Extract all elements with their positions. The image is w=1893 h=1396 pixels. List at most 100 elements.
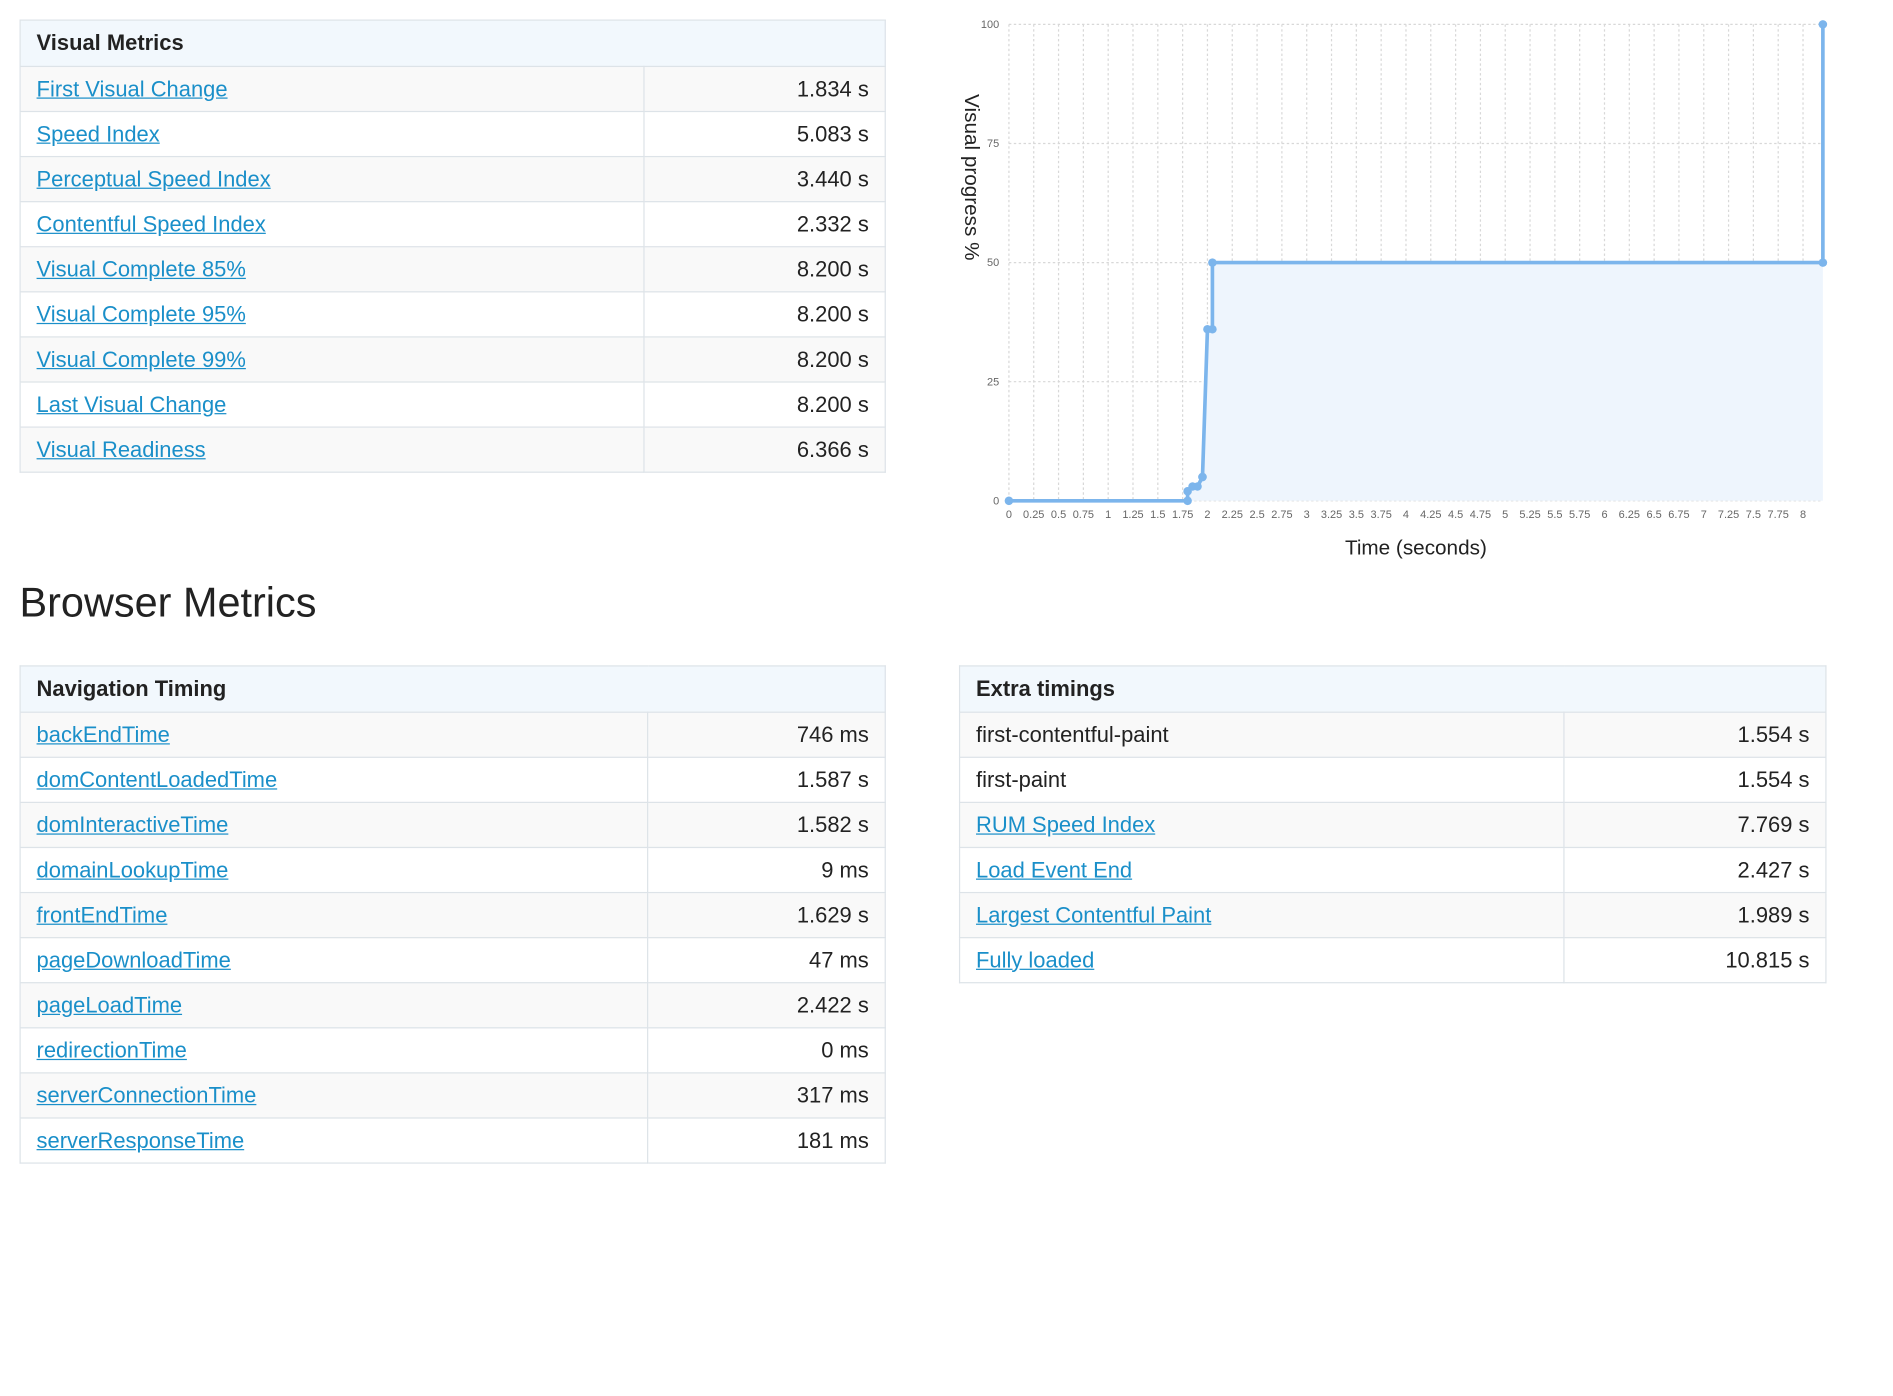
- metric-label-cell: serverResponseTime: [19, 1117, 649, 1164]
- data-point: [1818, 20, 1828, 29]
- y-tick-label: 25: [987, 376, 999, 388]
- metric-link[interactable]: Largest Contentful Paint: [976, 902, 1211, 926]
- y-tick-label: 50: [987, 257, 999, 269]
- metric-value: 1.834 s: [643, 65, 886, 113]
- metric-link[interactable]: pageLoadTime: [37, 992, 183, 1016]
- metric-link[interactable]: pageDownloadTime: [37, 947, 231, 971]
- metric-value: 746 ms: [647, 711, 886, 758]
- metric-link[interactable]: redirectionTime: [37, 1038, 187, 1062]
- y-axis-label: Visual progress %: [960, 94, 983, 260]
- metric-label-cell: RUM Speed Index: [958, 801, 1565, 849]
- metric-link[interactable]: serverResponseTime: [37, 1128, 245, 1152]
- data-point: [1208, 258, 1217, 267]
- x-tick-label: 0: [1006, 509, 1012, 521]
- table-row: serverConnectionTime 317 ms: [19, 1072, 886, 1119]
- metric-link[interactable]: Visual Complete 85%: [37, 256, 246, 280]
- metric-value: 8.200 s: [643, 381, 886, 428]
- metric-link[interactable]: First Visual Change: [37, 76, 228, 100]
- metric-link[interactable]: Load Event End: [976, 857, 1132, 881]
- metric-label-cell: Visual Readiness: [19, 426, 645, 473]
- table-row: Perceptual Speed Index 3.440 s: [19, 155, 886, 203]
- metric-label-cell: domContentLoadedTime: [19, 756, 649, 803]
- x-tick-label: 7.75: [1768, 509, 1789, 521]
- table-row: first-paint 1.554 s: [958, 756, 1827, 803]
- metric-value: 2.422 s: [647, 982, 886, 1029]
- table-row: Load Event End 2.427 s: [958, 846, 1827, 894]
- metric-value: 0 ms: [647, 1027, 886, 1074]
- metric-link[interactable]: Visual Complete 95%: [37, 302, 246, 326]
- metric-link[interactable]: Visual Readiness: [37, 437, 206, 461]
- metric-link[interactable]: Last Visual Change: [37, 392, 227, 416]
- metric-value: 2.427 s: [1563, 846, 1827, 894]
- x-tick-label: 6.5: [1647, 509, 1662, 521]
- table-row: Fully loaded 10.815 s: [958, 937, 1827, 984]
- metric-label-cell: Largest Contentful Paint: [958, 891, 1565, 939]
- metric-label-cell: First Visual Change: [19, 65, 645, 113]
- y-tick-label: 0: [993, 495, 999, 507]
- metric-link[interactable]: Visual Complete 99%: [37, 347, 246, 371]
- data-point: [1818, 258, 1828, 267]
- table-row: domInteractiveTime 1.582 s: [19, 801, 886, 849]
- metric-label-cell: first-contentful-paint: [958, 711, 1565, 758]
- metric-link[interactable]: RUM Speed Index: [976, 812, 1155, 836]
- browser-metrics-title: Browser Metrics: [19, 580, 317, 627]
- data-point: [1004, 496, 1014, 506]
- metric-value: 9 ms: [647, 846, 886, 894]
- metric-link[interactable]: backEndTime: [37, 722, 170, 746]
- table-row: Last Visual Change 8.200 s: [19, 381, 886, 428]
- metric-label-cell: Visual Complete 85%: [19, 246, 645, 293]
- table-row: Visual Complete 85% 8.200 s: [19, 246, 886, 293]
- x-tick-label: 1.75: [1172, 509, 1193, 521]
- metric-label-cell: Visual Complete 99%: [19, 336, 645, 383]
- metric-label-cell: redirectionTime: [19, 1027, 649, 1074]
- table-row: pageDownloadTime 47 ms: [19, 937, 886, 984]
- x-tick-label: 2.25: [1222, 509, 1243, 521]
- metric-link[interactable]: frontEndTime: [37, 902, 168, 926]
- metric-value: 8.200 s: [643, 336, 886, 383]
- metric-link[interactable]: serverConnectionTime: [37, 1083, 257, 1107]
- x-tick-label: 0.25: [1023, 509, 1044, 521]
- metric-value: 10.815 s: [1563, 937, 1827, 984]
- navigation-timing-header: Navigation Timing: [19, 665, 886, 713]
- x-tick-label: 7: [1701, 509, 1707, 521]
- table-row: serverResponseTime 181 ms: [19, 1117, 886, 1164]
- metric-label-cell: frontEndTime: [19, 891, 649, 939]
- x-axis-label: Time (seconds): [1345, 536, 1487, 559]
- navigation-timing-table: Navigation Timing backEndTime 746 ms domCo…: [19, 665, 886, 1164]
- table-row: First Visual Change 1.834 s: [19, 65, 886, 113]
- x-tick-label: 4: [1403, 509, 1409, 521]
- x-tick-label: 8: [1800, 509, 1806, 521]
- metric-link[interactable]: Speed Index: [37, 121, 160, 145]
- table-row: domainLookupTime 9 ms: [19, 846, 886, 894]
- visual-metrics-table: Visual Metrics First Visual Change 1.834 …: [19, 19, 886, 473]
- metric-value: 1.554 s: [1563, 756, 1827, 803]
- metric-value: 1.554 s: [1563, 711, 1827, 758]
- metric-label-cell: Last Visual Change: [19, 381, 645, 428]
- x-tick-label: 7.25: [1718, 509, 1739, 521]
- data-point: [1198, 472, 1207, 482]
- metric-link[interactable]: Fully loaded: [976, 947, 1094, 971]
- table-row: Visual Readiness 6.366 s: [19, 426, 886, 473]
- metric-label: first-contentful-paint: [976, 721, 1169, 747]
- table-row: redirectionTime 0 ms: [19, 1027, 886, 1074]
- metric-link[interactable]: domContentLoadedTime: [37, 767, 278, 791]
- x-tick-label: 6.25: [1619, 509, 1640, 521]
- table-row: Visual Complete 99% 8.200 s: [19, 336, 886, 383]
- metric-link[interactable]: domInteractiveTime: [37, 812, 229, 836]
- data-point: [1183, 496, 1192, 506]
- metric-label-cell: Speed Index: [19, 110, 645, 158]
- table-row: domContentLoadedTime 1.587 s: [19, 756, 886, 803]
- metric-label-cell: first-paint: [958, 756, 1565, 803]
- x-tick-label: 3: [1304, 509, 1310, 521]
- metric-label-cell: Perceptual Speed Index: [19, 155, 645, 203]
- metric-link[interactable]: Contentful Speed Index: [37, 211, 266, 235]
- x-tick-label: 5.75: [1569, 509, 1590, 521]
- metric-link[interactable]: domainLookupTime: [37, 857, 229, 881]
- metric-label-cell: domInteractiveTime: [19, 801, 649, 849]
- y-tick-label: 100: [981, 19, 999, 31]
- metric-label-cell: serverConnectionTime: [19, 1072, 649, 1119]
- metric-link[interactable]: Perceptual Speed Index: [37, 166, 271, 190]
- metric-value: 1.582 s: [647, 801, 886, 849]
- x-tick-label: 3.5: [1349, 509, 1364, 521]
- metric-value: 7.769 s: [1563, 801, 1827, 849]
